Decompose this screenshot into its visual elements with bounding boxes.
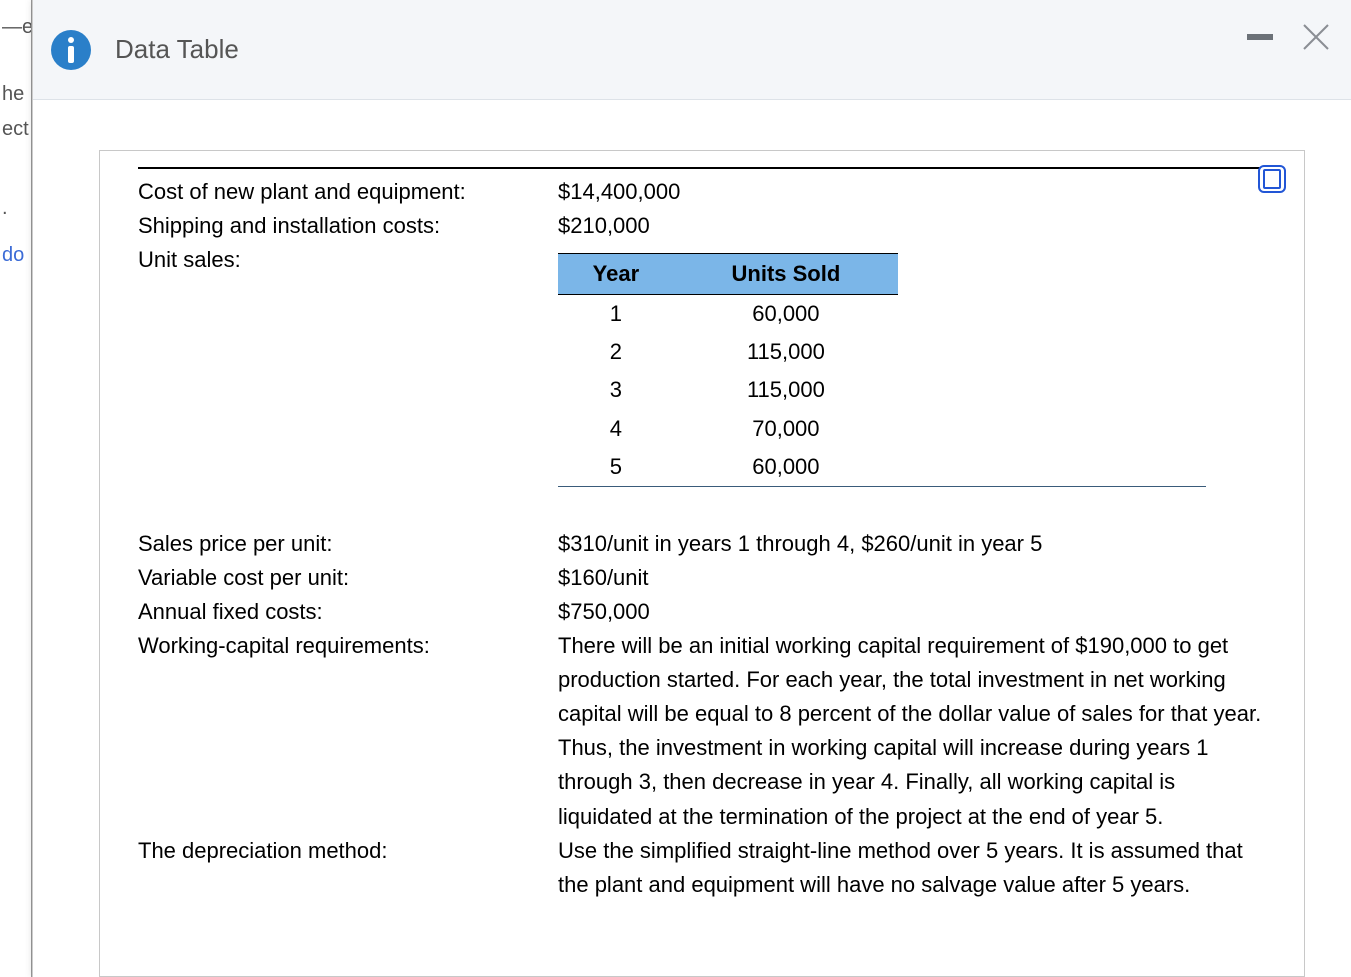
document-icon[interactable] [1258,165,1286,193]
info-icon [51,30,91,70]
variable-cost-value: $160/unit [558,561,1266,595]
cell: 60,000 [674,448,898,487]
bg-text: ect [0,112,31,147]
cell: 115,000 [674,371,898,409]
working-capital-label: Working-capital requirements: [138,629,558,834]
sales-price-label: Sales price per unit: [138,527,558,561]
bg-text: he [0,45,31,112]
fixed-cost-value: $750,000 [558,595,1266,629]
cell: 2 [558,333,674,371]
col-units-sold: Units Sold [674,254,898,295]
sales-price-value: $310/unit in years 1 through 4, $260/uni… [558,527,1266,561]
dialog-header: Data Table [33,0,1351,100]
working-capital-value: There will be an initial working capital… [558,629,1266,834]
cell: 1 [558,295,674,334]
background-page-strip: —e he ect . do [0,0,32,977]
window-controls [1247,22,1331,52]
table-row: 3115,000 [558,371,898,409]
unit-sales-table: Year Units Sold 160,000 2115,000 3115,00… [558,253,898,487]
depreciation-label: The depreciation method: [138,834,558,902]
col-year: Year [558,254,674,295]
dialog-body: Cost of new plant and equipment: $14,400… [33,100,1351,977]
cell: 115,000 [674,333,898,371]
unit-sales-label: Unit sales: [138,243,558,487]
top-rule [138,167,1266,169]
table-row: 160,000 [558,295,898,334]
shipping-value: $210,000 [558,209,1266,243]
fixed-cost-label: Annual fixed costs: [138,595,558,629]
document-panel: Cost of new plant and equipment: $14,400… [99,150,1305,977]
shipping-label: Shipping and installation costs: [138,209,558,243]
cell: 70,000 [674,410,898,448]
cell: 3 [558,371,674,409]
bg-text: do [0,226,31,273]
bg-text: . [0,147,31,226]
depreciation-value: Use the simplified straight-line method … [558,834,1266,902]
table-row: 560,000 [558,448,898,487]
dialog-title: Data Table [115,34,239,65]
cell: 5 [558,448,674,487]
cell: 60,000 [674,295,898,334]
cell: 4 [558,410,674,448]
table-row: 470,000 [558,410,898,448]
bg-text: —e [0,10,31,45]
minimize-button[interactable] [1247,34,1273,40]
table-bottom-rule [558,486,1206,487]
cost-value: $14,400,000 [558,175,1266,209]
close-button[interactable] [1301,22,1331,52]
variable-cost-label: Variable cost per unit: [138,561,558,595]
cost-label: Cost of new plant and equipment: [138,175,558,209]
table-row: 2115,000 [558,333,898,371]
data-table-dialog: Data Table Cost of new plant and equipme… [32,0,1351,977]
